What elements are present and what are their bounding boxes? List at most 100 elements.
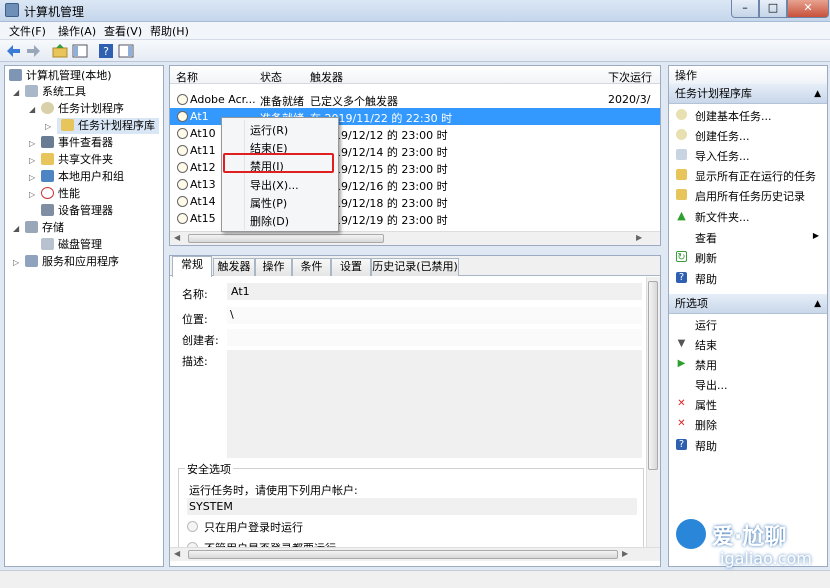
action-run[interactable]: 运行	[669, 315, 827, 333]
task-clock-icon	[177, 162, 188, 173]
menu-file[interactable]: 文件(F)	[9, 23, 46, 39]
up-folder-icon[interactable]	[52, 43, 68, 59]
end-icon: ▼	[677, 338, 686, 349]
action-end[interactable]: ▼ 结束	[669, 335, 827, 353]
task-clock-icon	[177, 179, 188, 190]
scroll-thumb[interactable]	[648, 281, 658, 470]
tree-disk-management[interactable]: 磁盘管理	[41, 237, 102, 253]
action-delete[interactable]: ✕ 删除	[669, 415, 827, 433]
tree-performance[interactable]: 性能	[41, 186, 80, 202]
expand-arrow-icon[interactable]: ▷	[29, 173, 35, 182]
tab-conditions[interactable]: 条件	[292, 258, 331, 276]
show-hide-tree-icon[interactable]	[72, 43, 88, 59]
task-row[interactable]: Adobe Acr... 准备就绪 已定义多个触发器 2020/3/	[170, 91, 660, 108]
column-trigger[interactable]: 触发器	[310, 69, 343, 85]
user-account-field[interactable]: SYSTEM	[187, 498, 637, 515]
detail-horizontal-scrollbar[interactable]: ◀ ▶	[170, 547, 660, 561]
description-field[interactable]	[227, 350, 642, 458]
toolbar: ?	[0, 40, 830, 62]
list-horizontal-scrollbar[interactable]: ◀ ▶	[170, 231, 660, 245]
show-hide-action-pane-icon[interactable]	[118, 43, 134, 59]
tree-event-viewer[interactable]: 事件查看器	[41, 135, 113, 151]
forward-arrow-icon[interactable]	[25, 43, 41, 59]
tab-settings[interactable]: 设置	[331, 258, 371, 276]
tree-system-tools[interactable]: 系统工具	[25, 84, 86, 100]
clock-icon	[41, 102, 54, 114]
detail-vertical-scrollbar[interactable]	[646, 277, 660, 547]
tree-local-users[interactable]: 本地用户和组	[41, 169, 124, 185]
highlight-annotation	[223, 153, 334, 173]
context-delete[interactable]: 删除(D)	[250, 213, 289, 229]
run-as-label: 运行任务时，请使用下列用户帐户:	[189, 484, 358, 497]
tree-task-scheduler[interactable]: 任务计划程序	[41, 101, 124, 117]
tab-triggers[interactable]: 触发器	[213, 258, 255, 276]
column-next-run[interactable]: 下次运行	[608, 69, 652, 85]
action-properties[interactable]: ✕ 属性	[669, 395, 827, 413]
action-disable[interactable]: ▶ 禁用	[669, 355, 827, 373]
folder-icon	[61, 119, 74, 131]
tab-actions[interactable]: 操作	[255, 258, 292, 276]
collapse-arrow-icon[interactable]: ◢	[29, 105, 35, 114]
svg-text:?: ?	[103, 45, 109, 58]
console-tree: 计算机管理(本地) ◢ 系统工具 ◢ 任务计划程序 ▷ 任务计划程序库 ▷ 事件…	[4, 65, 164, 567]
name-field[interactable]: At1	[227, 283, 642, 300]
title-bar: 计算机管理 – □ ✕	[0, 0, 830, 22]
collapse-up-icon[interactable]: ▲	[814, 294, 821, 314]
menu-action[interactable]: 操作(A)	[58, 23, 96, 39]
tab-general[interactable]: 常规	[172, 256, 212, 277]
column-name[interactable]: 名称	[176, 69, 198, 85]
expand-arrow-icon[interactable]: ▷	[45, 122, 51, 131]
action-create-basic-task[interactable]: 创建基本任务...	[669, 106, 827, 124]
action-import-task[interactable]: 导入任务...	[669, 146, 827, 164]
maximize-button[interactable]: □	[759, 0, 787, 18]
tree-shared-folders[interactable]: 共享文件夹	[41, 152, 113, 168]
scroll-right-icon[interactable]: ▶	[636, 233, 642, 242]
scroll-left-icon[interactable]: ◀	[174, 549, 180, 558]
actions-section-selected[interactable]: 所选项 ▲	[669, 294, 827, 314]
action-show-running[interactable]: 显示所有正在运行的任务	[669, 166, 827, 184]
history-icon	[676, 189, 687, 200]
tree-task-library[interactable]: 任务计划程序库	[57, 118, 159, 134]
help-icon[interactable]: ?	[98, 43, 114, 59]
context-run[interactable]: 运行(R)	[250, 122, 288, 138]
tree-device-manager[interactable]: 设备管理器	[41, 203, 113, 219]
close-button[interactable]: ✕	[787, 0, 829, 18]
scroll-thumb[interactable]	[188, 550, 618, 559]
action-export[interactable]: 导出...	[669, 375, 827, 393]
collapse-up-icon[interactable]: ▲	[814, 84, 821, 104]
tab-history[interactable]: 历史记录(已禁用)	[371, 258, 459, 276]
action-refresh[interactable]: ↻ 刷新	[669, 248, 827, 266]
context-export[interactable]: 导出(X)...	[250, 177, 299, 193]
action-new-folder[interactable]: ▲ 新文件夹...	[669, 207, 827, 225]
menu-view[interactable]: 查看(V)	[104, 23, 142, 39]
radio-logged-on-only[interactable]	[187, 521, 198, 532]
column-status[interactable]: 状态	[260, 69, 282, 85]
scroll-right-icon[interactable]: ▶	[622, 549, 628, 558]
expand-arrow-icon[interactable]: ▷	[29, 156, 35, 165]
expand-arrow-icon[interactable]: ▷	[29, 190, 35, 199]
scroll-thumb[interactable]	[188, 234, 384, 243]
tree-storage[interactable]: 存储	[25, 220, 64, 236]
tree-services-apps[interactable]: 服务和应用程序	[25, 254, 119, 270]
action-create-task[interactable]: 创建任务...	[669, 126, 827, 144]
actions-section-library[interactable]: 任务计划程序库 ▲	[669, 84, 827, 104]
action-view[interactable]: 查看 ▶	[669, 228, 827, 246]
minimize-button[interactable]: –	[731, 0, 759, 18]
location-field[interactable]: \	[227, 307, 642, 324]
author-label: 创建者:	[182, 334, 219, 347]
expand-arrow-icon[interactable]: ▷	[29, 139, 35, 148]
action-help-library[interactable]: ? 帮助	[669, 269, 827, 287]
back-arrow-icon[interactable]	[6, 43, 22, 59]
expand-arrow-icon[interactable]: ▷	[13, 258, 19, 267]
collapse-arrow-icon[interactable]: ◢	[13, 88, 19, 97]
action-enable-history[interactable]: 启用所有任务历史记录	[669, 186, 827, 204]
collapse-arrow-icon[interactable]: ◢	[13, 224, 19, 233]
scroll-left-icon[interactable]: ◀	[174, 233, 180, 242]
menu-help[interactable]: 帮助(H)	[150, 23, 189, 39]
author-field[interactable]	[227, 329, 642, 346]
action-help-selected[interactable]: ? 帮助	[669, 436, 827, 454]
new-folder-icon: ▲	[677, 209, 686, 222]
context-properties[interactable]: 属性(P)	[250, 195, 287, 211]
task-clock-icon	[177, 196, 188, 207]
tree-root[interactable]: 计算机管理(本地)	[9, 68, 112, 84]
